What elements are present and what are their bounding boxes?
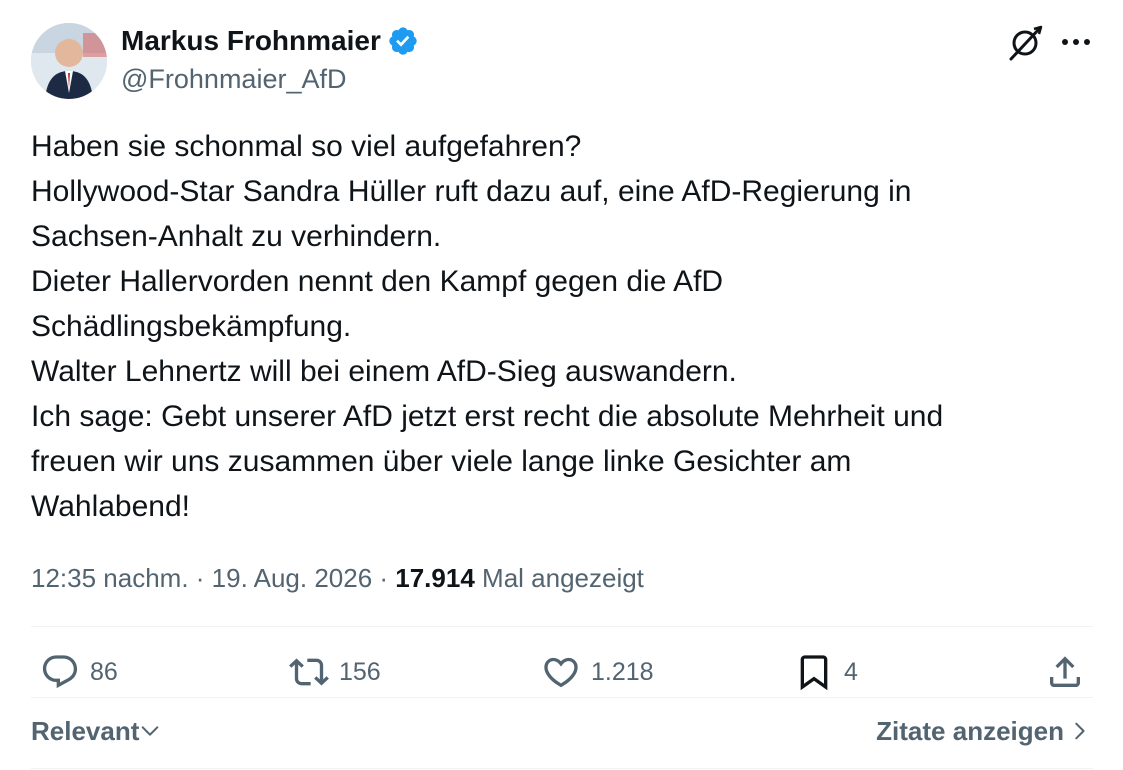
- tweet-line: Ich sage: Gebt unserer AfD jetzt erst re…: [31, 400, 944, 433]
- share-icon: [1050, 656, 1080, 687]
- like-button[interactable]: 1.218: [541, 648, 654, 696]
- reply-button[interactable]: 86: [40, 648, 118, 696]
- retweet-button[interactable]: 156: [289, 648, 381, 696]
- tweet-time[interactable]: 12:35 nachm.: [31, 563, 189, 593]
- like-count: 1.218: [591, 657, 654, 686]
- share-button[interactable]: [1045, 648, 1085, 696]
- tweet-text: Haben sie schonmal so viel aufgefahren? …: [31, 124, 1101, 529]
- view-quotes-link[interactable]: Zitate anzeigen: [876, 713, 1090, 749]
- retweet-count: 156: [339, 657, 381, 686]
- divider: [31, 768, 1093, 769]
- grok-icon[interactable]: [1005, 23, 1045, 63]
- bookmark-count: 4: [844, 657, 858, 686]
- author-handle[interactable]: @Frohnmaier_AfD: [121, 63, 346, 95]
- view-count: 17.914: [395, 563, 475, 593]
- author-name-row[interactable]: Markus Frohnmaier: [121, 24, 419, 58]
- tweet-line: Walter Lehnertz will bei einem AfD-Sieg …: [31, 355, 737, 388]
- divider: [31, 697, 1093, 698]
- bookmark-button[interactable]: 4: [794, 648, 858, 696]
- tweet-meta: 12:35 nachm. · 19. Aug. 2026 · 17.914 Ma…: [31, 560, 644, 596]
- author-name[interactable]: Markus Frohnmaier: [121, 24, 381, 58]
- more-icon[interactable]: [1058, 26, 1094, 58]
- tweet-line: Hollywood-Star Sandra Hüller ruft dazu a…: [31, 175, 912, 208]
- view-quotes-label: Zitate anzeigen: [876, 716, 1064, 746]
- view-count-label: Mal angezeigt: [482, 563, 644, 593]
- sort-dropdown[interactable]: Relevant: [31, 713, 161, 749]
- bookmark-icon: [800, 655, 828, 691]
- tweet-line: Haben sie schonmal so viel aufgefahren?: [31, 130, 582, 163]
- chevron-right-icon: [1075, 722, 1085, 740]
- verified-badge-icon: [389, 27, 417, 55]
- tweet-line: Wahlabend!: [31, 490, 190, 523]
- divider: [31, 626, 1093, 627]
- tweet-line: Schädlingsbekämpfung.: [31, 310, 352, 343]
- meta-separator: ·: [188, 563, 212, 593]
- tweet-line: Sachsen-Anhalt zu verhindern.: [31, 220, 442, 253]
- meta-separator: ·: [372, 563, 396, 593]
- avatar-image: [31, 23, 107, 99]
- avatar[interactable]: [31, 23, 107, 99]
- sort-label: Relevant: [31, 716, 140, 746]
- retweet-icon: [289, 658, 329, 686]
- tweet-line: freuen wir uns zusammen über viele lange…: [31, 445, 852, 478]
- tweet-date[interactable]: 19. Aug. 2026: [212, 563, 372, 593]
- like-icon: [544, 657, 578, 688]
- reply-count: 86: [90, 657, 118, 686]
- reply-icon: [42, 655, 78, 689]
- tweet-line: Dieter Hallervorden nennt den Kampf gege…: [31, 265, 724, 298]
- chevron-down-icon: [142, 726, 159, 736]
